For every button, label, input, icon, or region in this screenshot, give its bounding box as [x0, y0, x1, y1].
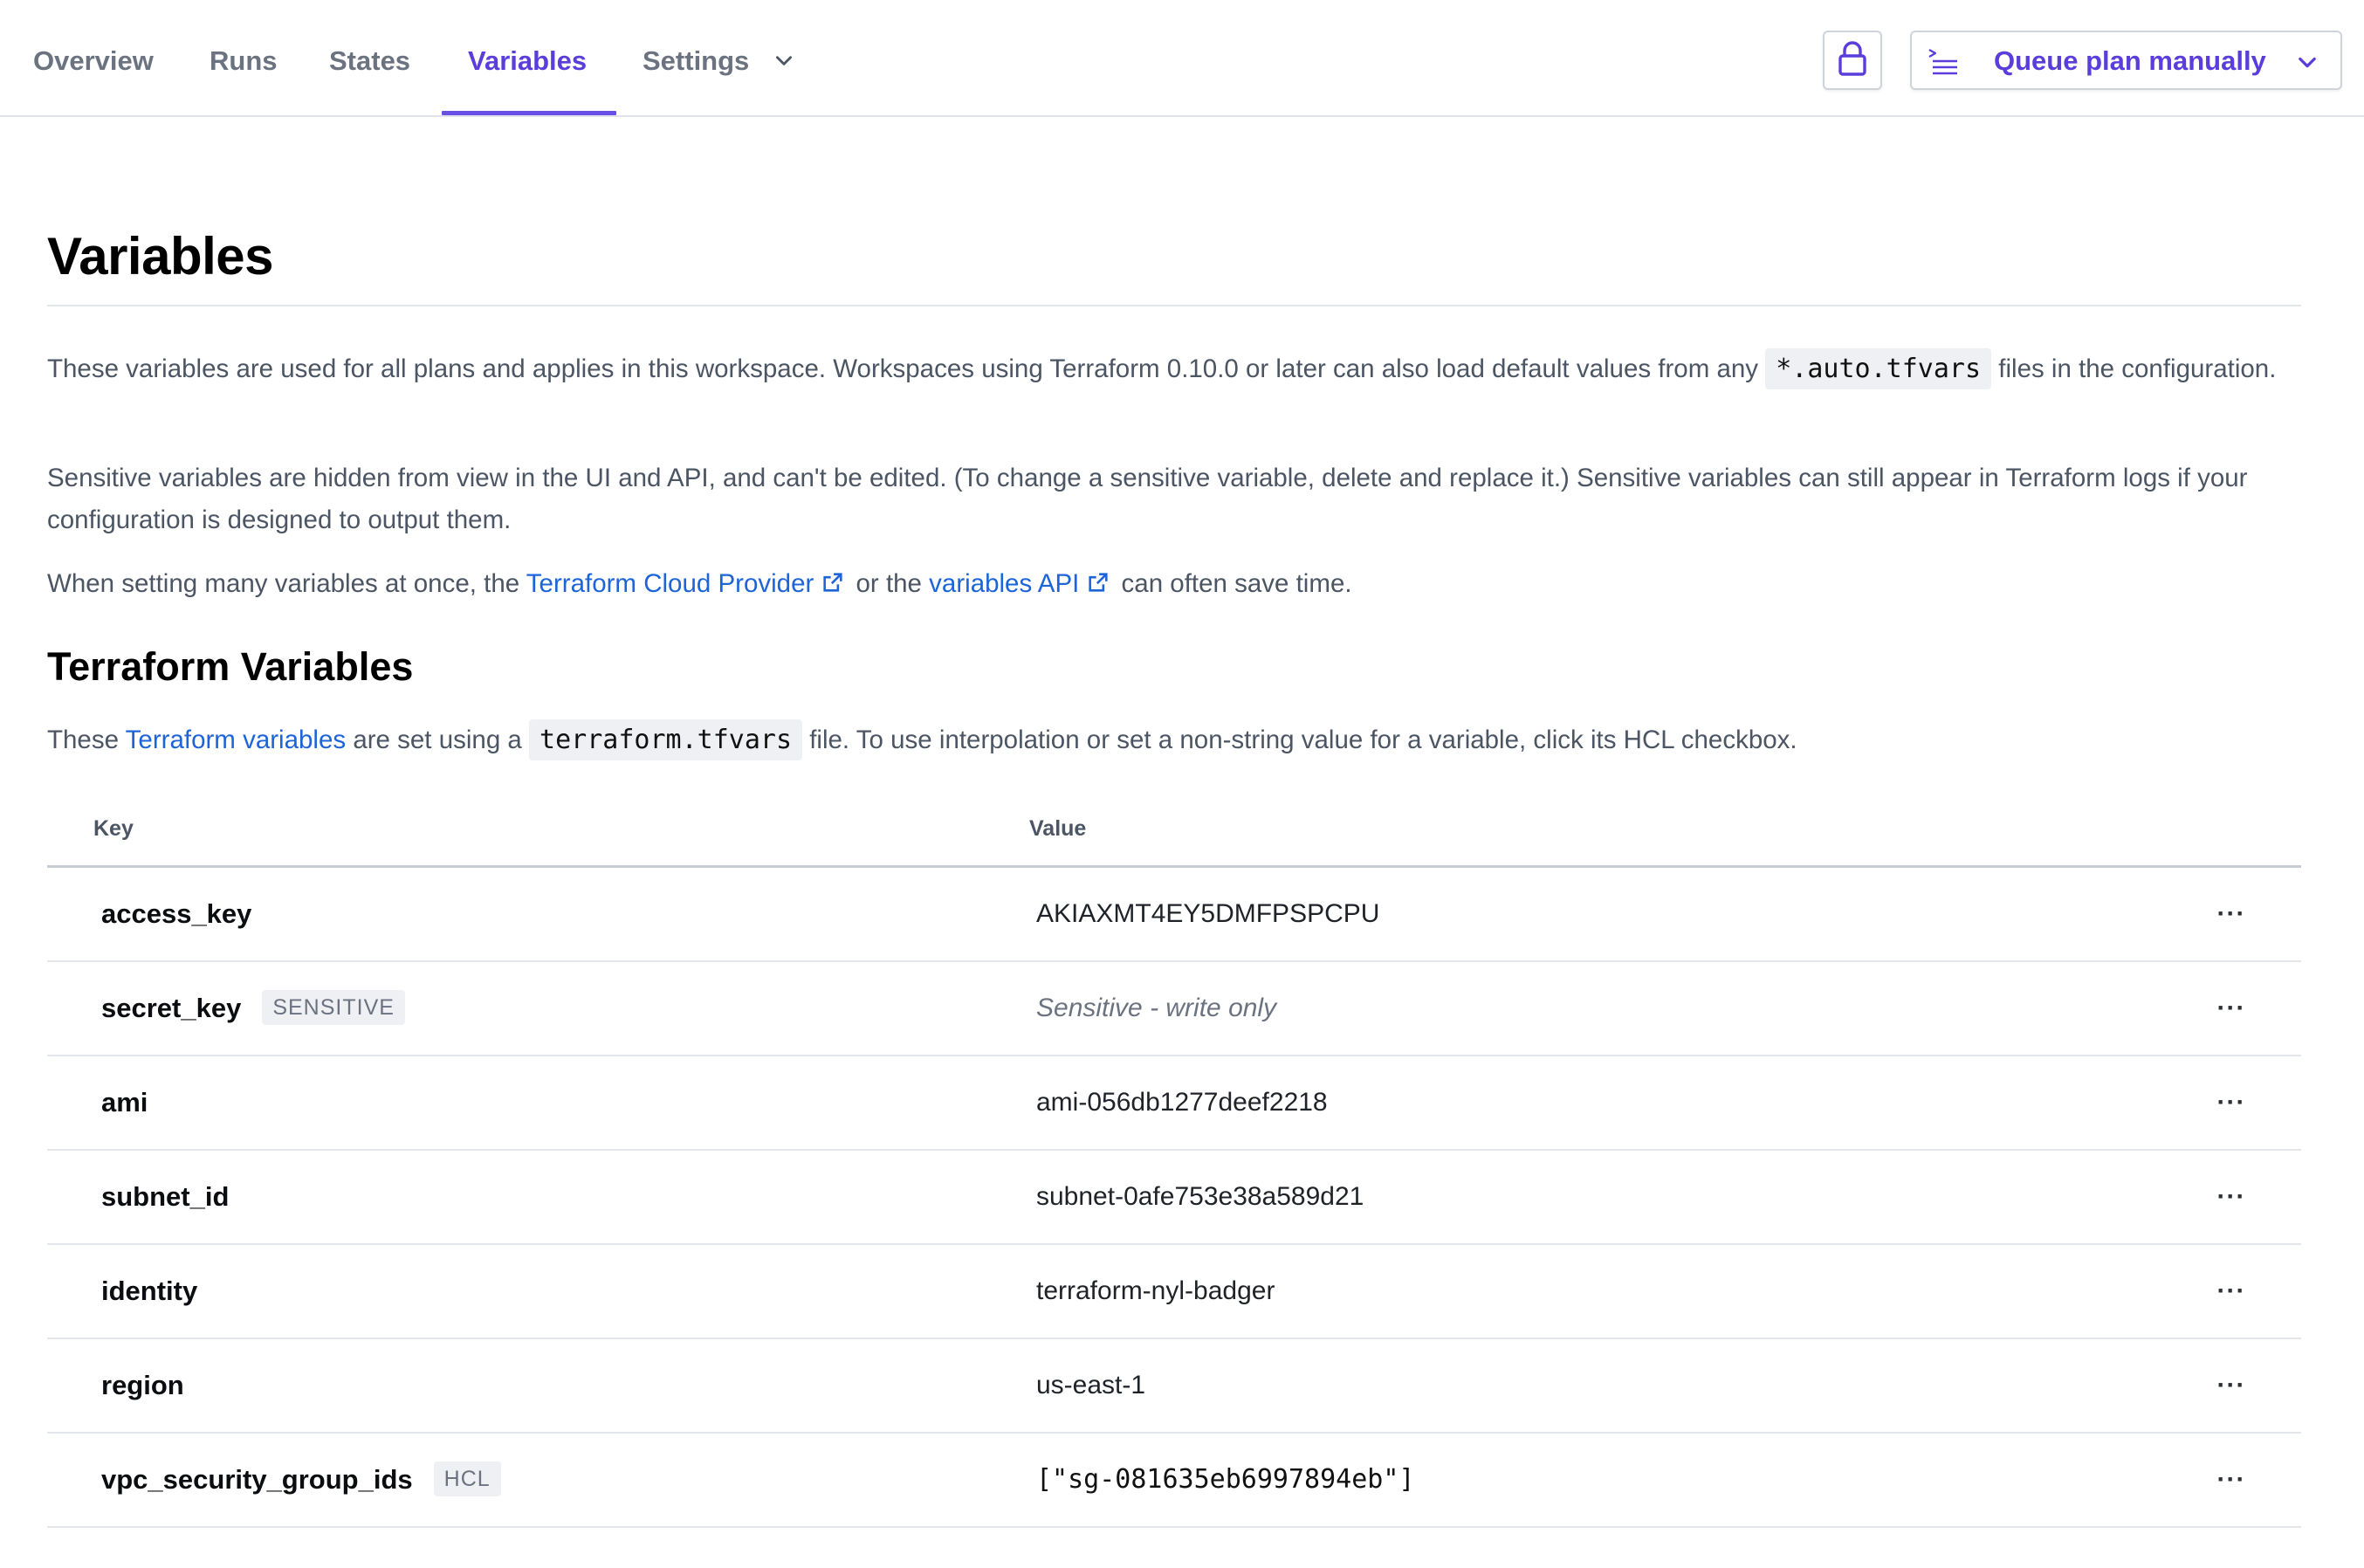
variable-key-label: vpc_security_group_ids: [101, 1464, 413, 1495]
terraform-variables-heading: Terraform Variables: [47, 644, 414, 689]
intro-p1-text: These variables are used for all plans a…: [47, 354, 1766, 383]
variable-key: region: [101, 1339, 184, 1432]
variable-key-label: region: [101, 1370, 184, 1400]
table-row: subnet_id subnet-0afe753e38a589d21 ···: [47, 1151, 2301, 1245]
variable-value: terraform-nyl-badger: [1036, 1276, 1275, 1305]
terraform-cloud-provider-link[interactable]: Terraform Cloud Provider: [526, 569, 849, 598]
variable-key: vpc_security_group_ids HCL: [101, 1434, 501, 1526]
variable-key-label: access_key: [101, 898, 252, 929]
table-row: access_key AKIAXMT4EY5DMFPSPCPU ···: [47, 868, 2301, 962]
variable-value: subnet-0afe753e38a589d21: [1036, 1182, 1364, 1211]
intro-paragraph-3: When setting many variables at once, the…: [47, 563, 2301, 608]
variables-api-label: variables API: [929, 569, 1080, 598]
variable-value: Sensitive - write only: [1036, 994, 1277, 1022]
tab-variables[interactable]: Variables: [468, 0, 587, 117]
terraform-cloud-provider-label: Terraform Cloud Provider: [526, 569, 814, 598]
variable-key: access_key: [101, 868, 251, 960]
table-row: region us-east-1 ···: [47, 1339, 2301, 1434]
tab-settings[interactable]: Settings: [643, 0, 795, 117]
queue-plan-button[interactable]: Queue plan manually: [1910, 31, 2342, 90]
column-header-key: Key: [93, 816, 134, 841]
terraform-tfvars-code: terraform.tfvars: [529, 719, 803, 760]
active-tab-indicator: [442, 111, 616, 115]
table-row: identity terraform-nyl-badger ···: [47, 1245, 2301, 1339]
intro-p3-text: When setting many variables at once, the: [47, 569, 526, 598]
column-header-value: Value: [1029, 816, 1087, 841]
tab-overview[interactable]: Overview: [33, 0, 154, 117]
variable-key: ami: [101, 1056, 148, 1149]
variable-value: ["sg-081635eb6997894eb"]: [1036, 1464, 1415, 1495]
variable-value: ami-056db1277deef2218: [1036, 1088, 1328, 1117]
queue-plan-label: Queue plan manually: [1994, 45, 2266, 76]
variable-value: AKIAXMT4EY5DMFPSPCPU: [1036, 899, 1380, 928]
external-link-icon: [1086, 566, 1110, 608]
variables-table: Key Value access_key AKIAXMT4EY5DMFPSPCP…: [47, 796, 2301, 1528]
variable-key-label: ami: [101, 1087, 148, 1118]
table-row: secret_key SENSITIVE Sensitive - write on…: [47, 962, 2301, 1056]
variable-key: identity: [101, 1245, 197, 1338]
tfvars-desc-text: These: [47, 726, 126, 754]
intro-paragraph-2: Sensitive variables are hidden from view…: [47, 464, 2248, 534]
external-link-icon: [821, 566, 845, 608]
row-menu-button[interactable]: ···: [2212, 1366, 2251, 1405]
variable-key: subnet_id: [101, 1151, 229, 1243]
tab-states[interactable]: States: [329, 0, 410, 117]
intro-p3-middle: or the: [849, 569, 930, 598]
top-nav: Overview Runs States Variables Settings …: [0, 0, 2364, 117]
chevron-down-icon: [773, 2, 795, 124]
row-menu-button[interactable]: ···: [2212, 1083, 2251, 1122]
terraform-variables-description: These Terraform variables are set using …: [47, 719, 2301, 761]
chevron-down-icon[interactable]: [2295, 50, 2319, 79]
table-header: Key Value: [47, 796, 2301, 868]
variable-key-label: secret_key: [101, 993, 242, 1023]
variable-key: secret_key SENSITIVE: [101, 962, 405, 1055]
lock-icon: [1837, 40, 1868, 81]
tfvars-desc-middle: are set using a: [346, 726, 530, 754]
intro-p3-tail: can often save time.: [1114, 569, 1352, 598]
tfvars-desc-tail: file. To use interpolation or set a non-…: [802, 726, 1797, 754]
table-row: ami ami-056db1277deef2218 ···: [47, 1056, 2301, 1151]
row-menu-button[interactable]: ···: [2212, 1272, 2251, 1310]
intro-paragraph-1: These variables are used for all plans a…: [47, 348, 2301, 390]
terminal-list-icon: [1926, 47, 1961, 81]
tab-settings-label: Settings: [643, 45, 750, 76]
row-menu-button[interactable]: ···: [2212, 1461, 2251, 1499]
tab-runs[interactable]: Runs: [210, 0, 278, 117]
sensitive-badge: SENSITIVE: [262, 990, 405, 1025]
terraform-variables-link[interactable]: Terraform variables: [126, 726, 346, 754]
table-row: vpc_security_group_ids HCL ["sg-081635eb6…: [47, 1434, 2301, 1528]
intro-p1-tail: files in the configuration.: [1991, 354, 2277, 383]
row-menu-button[interactable]: ···: [2212, 989, 2251, 1028]
variable-key-label: identity: [101, 1276, 198, 1306]
row-menu-button[interactable]: ···: [2212, 1178, 2251, 1216]
hcl-badge: HCL: [433, 1461, 501, 1496]
lock-workspace-button[interactable]: [1823, 31, 1882, 90]
variable-value: us-east-1: [1036, 1371, 1146, 1400]
auto-tfvars-code: *.auto.tfvars: [1765, 348, 1992, 389]
variable-key-label: subnet_id: [101, 1181, 230, 1212]
variables-api-link[interactable]: variables API: [929, 569, 1114, 598]
page-title: Variables: [47, 227, 274, 285]
title-divider: [47, 305, 2301, 306]
row-menu-button[interactable]: ···: [2212, 895, 2251, 933]
